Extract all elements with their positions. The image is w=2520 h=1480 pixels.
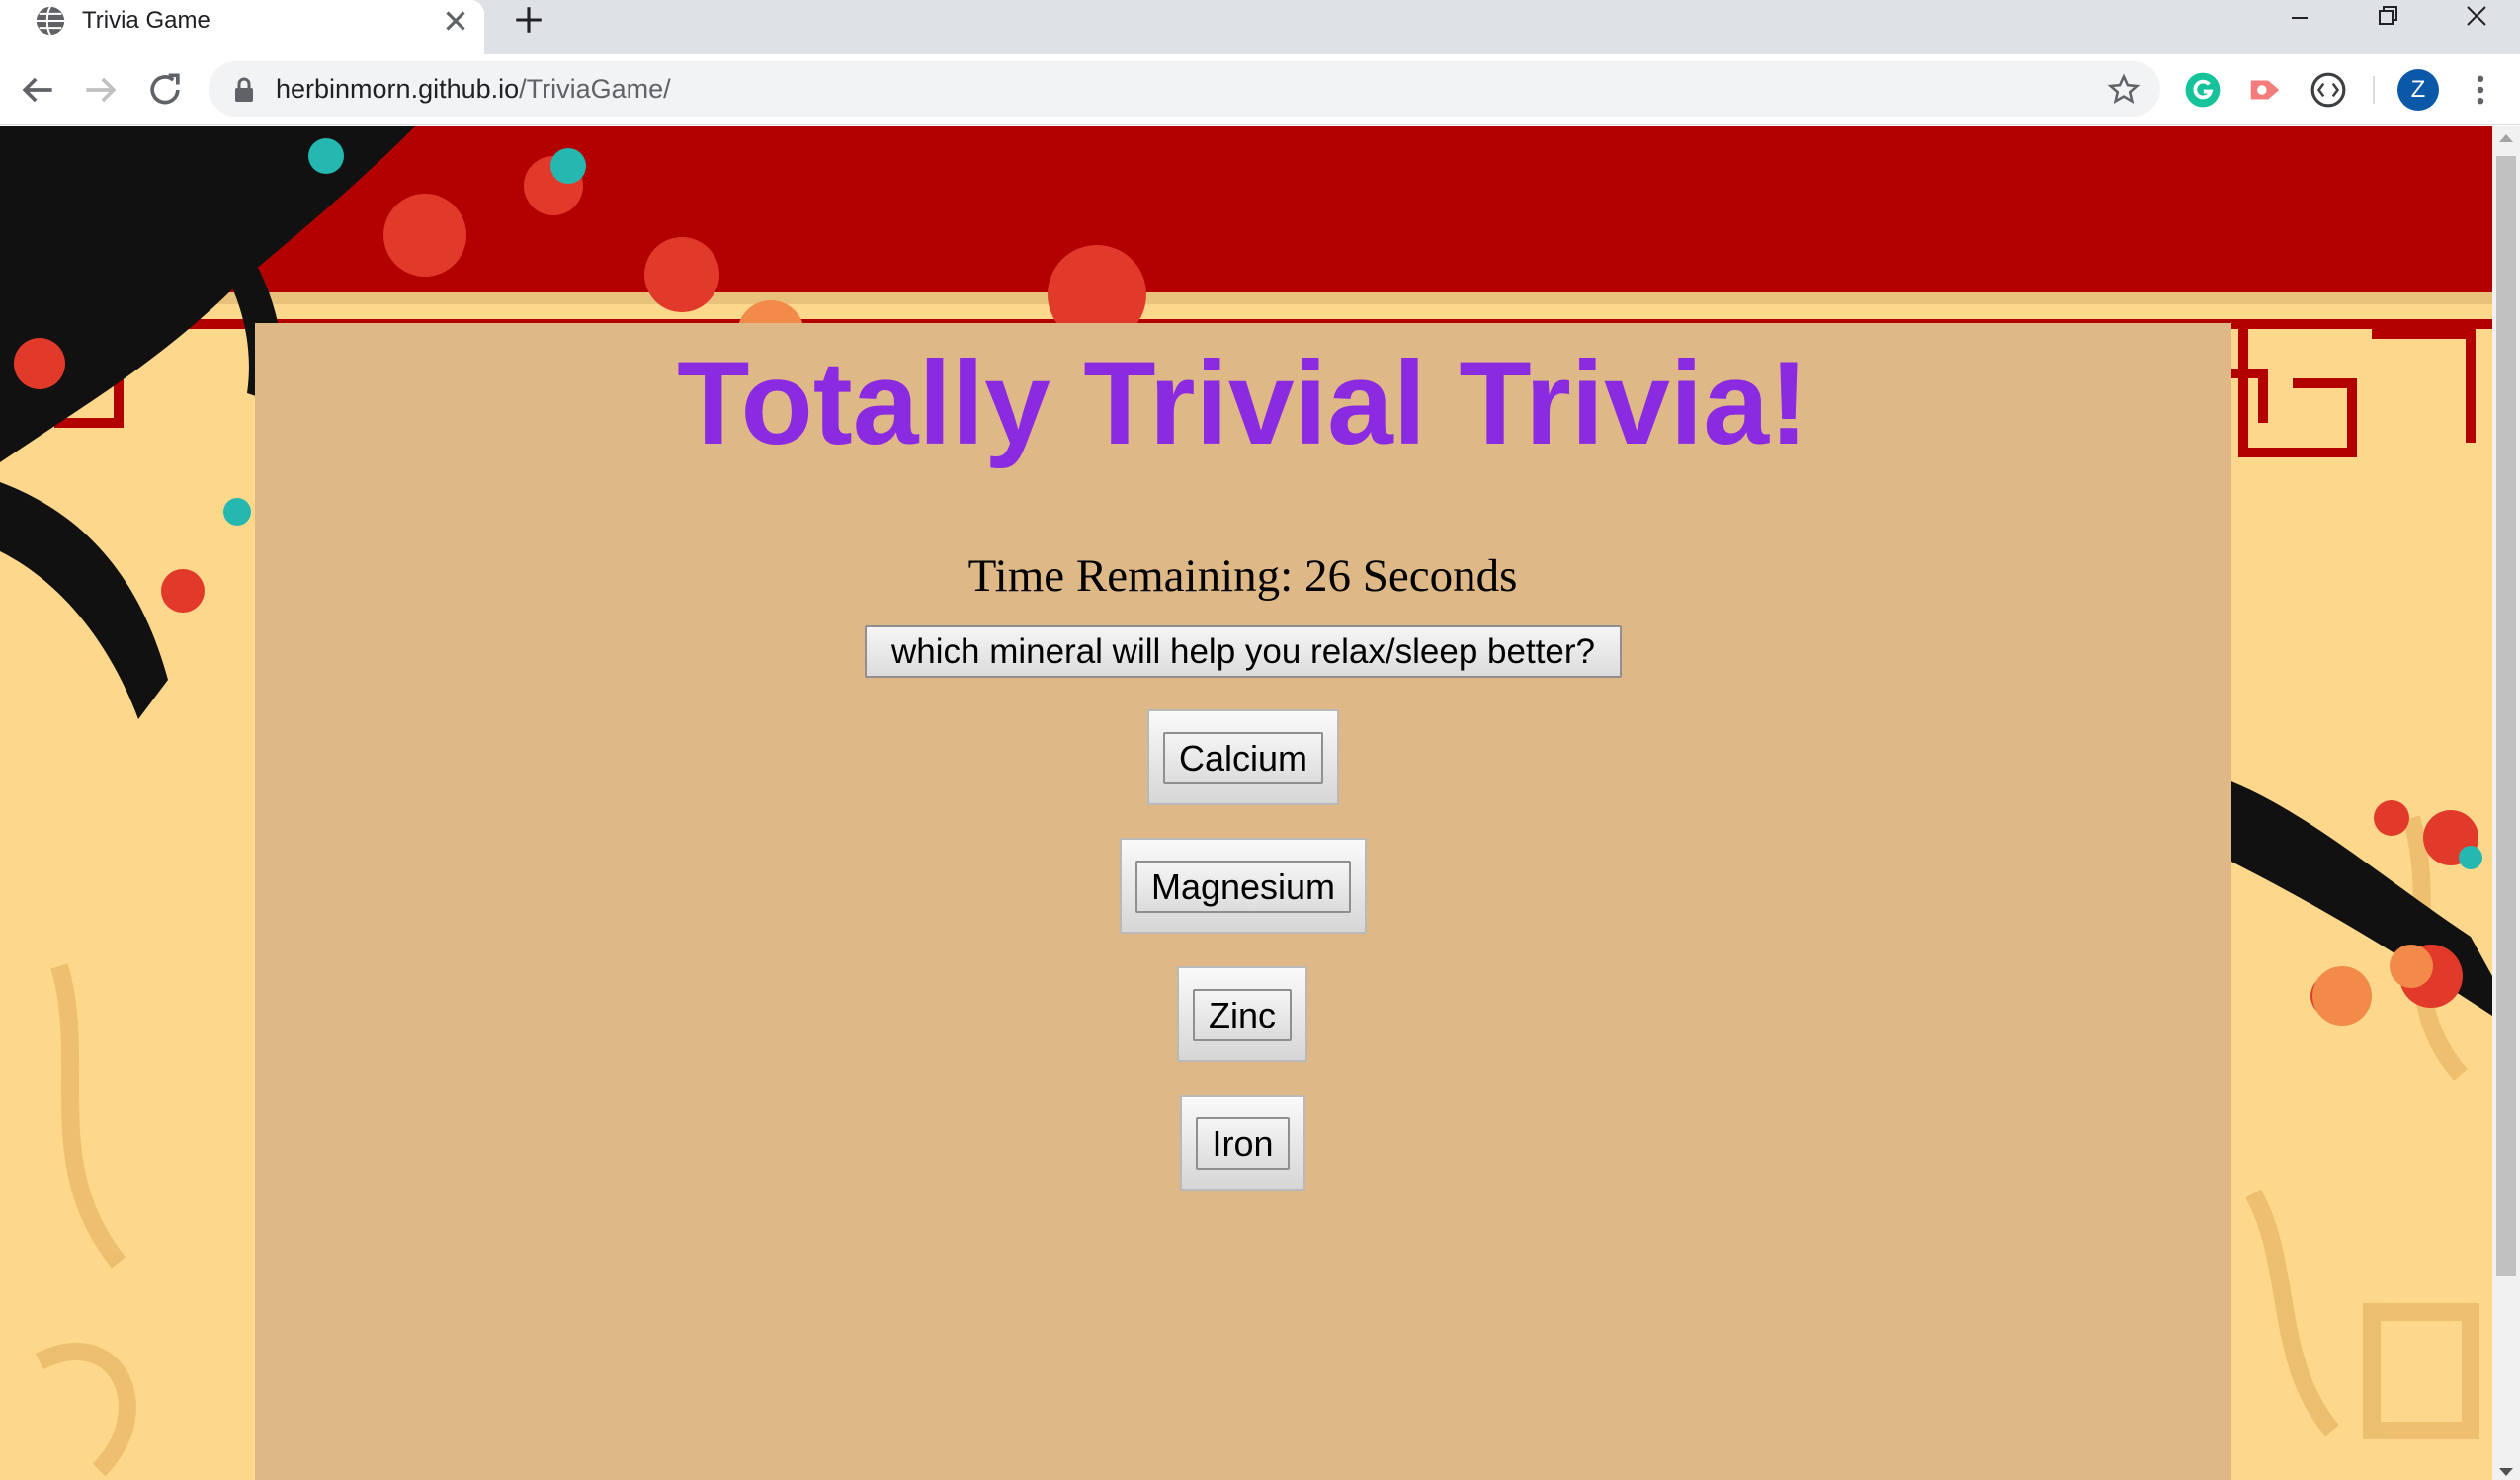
more-menu-icon[interactable] bbox=[2464, 69, 2497, 111]
screen-record-extension-icon[interactable] bbox=[2246, 71, 2284, 109]
timer-text: Time Remaining: 26 Seconds bbox=[967, 550, 1518, 602]
scrollbar-thumb[interactable] bbox=[2496, 156, 2516, 1276]
url-text[interactable]: herbinmorn.github.io/TriviaGame/ bbox=[276, 72, 671, 106]
question-button[interactable]: which mineral will help you relax/sleep … bbox=[865, 625, 1622, 678]
code-extension-icon[interactable] bbox=[2310, 71, 2347, 109]
tab-trivia-game[interactable]: Trivia Game bbox=[0, 0, 484, 54]
new-tab-icon[interactable] bbox=[512, 3, 546, 37]
grammarly-extension-icon[interactable] bbox=[2184, 71, 2222, 109]
page-viewport: Totally Trivial Trivia! Time Remaining: … bbox=[0, 126, 2492, 1480]
answer-option-magnesium[interactable]: Magnesium bbox=[1120, 838, 1367, 934]
scroll-up-arrow-icon[interactable] bbox=[2499, 134, 2513, 142]
bookmark-star-icon[interactable] bbox=[2107, 73, 2141, 107]
page-scrollbar[interactable] bbox=[2492, 126, 2520, 1480]
game-title: Totally Trivial Trivia! bbox=[677, 337, 1808, 469]
forward-icon[interactable] bbox=[79, 68, 123, 112]
close-tab-icon[interactable] bbox=[439, 4, 472, 38]
tab-strip: Trivia Game bbox=[0, 0, 2520, 54]
answer-option-calcium[interactable]: Calcium bbox=[1147, 709, 1339, 805]
window-close-icon[interactable] bbox=[2447, 0, 2506, 36]
globe-icon bbox=[36, 6, 65, 36]
answer-option-iron[interactable]: Iron bbox=[1180, 1095, 1305, 1191]
scroll-down-arrow-icon[interactable] bbox=[2499, 1468, 2513, 1476]
game-panel: Totally Trivial Trivia! Time Remaining: … bbox=[255, 323, 2231, 1480]
answer-button[interactable]: Calcium bbox=[1163, 732, 1323, 784]
address-bar[interactable]: herbinmorn.github.io/TriviaGame/ bbox=[209, 61, 2160, 117]
back-icon[interactable] bbox=[16, 68, 59, 112]
profile-avatar[interactable]: Z bbox=[2397, 69, 2439, 111]
tab-title: Trivia Game bbox=[82, 7, 210, 34]
answer-button[interactable]: Magnesium bbox=[1135, 861, 1351, 913]
lock-icon[interactable] bbox=[232, 77, 256, 103]
url-host: herbinmorn.github.io bbox=[276, 74, 520, 104]
answer-option-zinc[interactable]: Zinc bbox=[1177, 966, 1307, 1062]
restore-icon[interactable] bbox=[2358, 0, 2417, 36]
url-path: /TriviaGame/ bbox=[519, 74, 671, 104]
answer-button[interactable]: Iron bbox=[1196, 1117, 1290, 1170]
reload-icon[interactable] bbox=[143, 68, 187, 112]
answer-button[interactable]: Zinc bbox=[1193, 989, 1292, 1041]
minimize-icon[interactable] bbox=[2270, 0, 2329, 36]
browser-toolbar: herbinmorn.github.io/TriviaGame/ Z bbox=[0, 54, 2520, 125]
toolbar-divider bbox=[2373, 76, 2375, 104]
